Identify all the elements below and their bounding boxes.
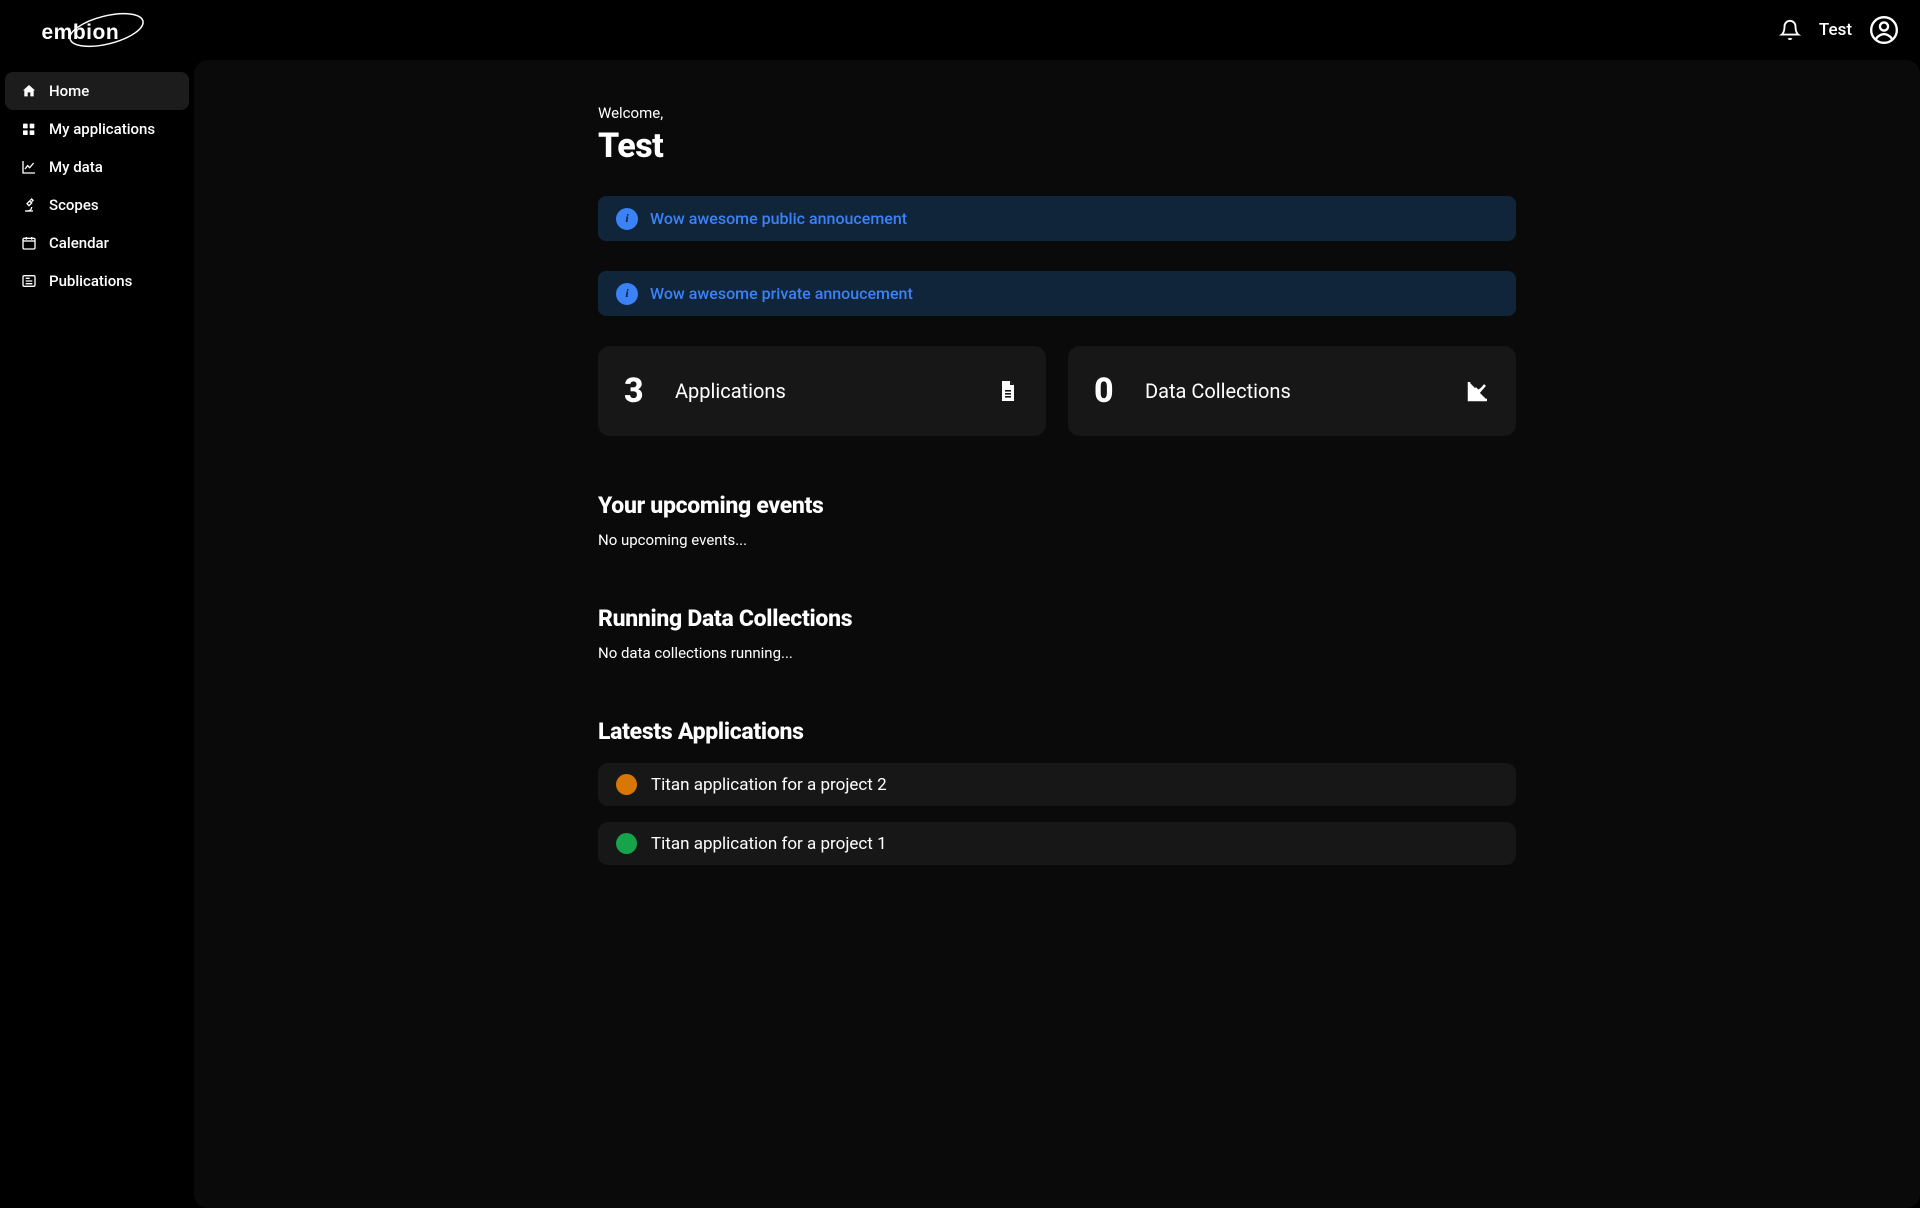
application-list-item[interactable]: Titan application for a project 2	[598, 763, 1516, 806]
application-name: Titan application for a project 1	[651, 834, 887, 854]
section-title-upcoming: Your upcoming events	[598, 492, 1516, 519]
upcoming-empty-text: No upcoming events...	[598, 531, 1516, 549]
stat-value: 0	[1094, 371, 1139, 411]
sidebar-item-home[interactable]: Home	[5, 72, 189, 110]
announcement-link[interactable]: Wow awesome private annoucement	[650, 284, 913, 303]
sidebar-item-calendar[interactable]: Calendar	[5, 224, 189, 262]
stat-label: Data Collections	[1145, 379, 1466, 403]
calendar-icon	[21, 235, 37, 251]
embion-logo-icon: embion	[40, 5, 148, 55]
sidebar-item-applications[interactable]: My applications	[5, 110, 189, 148]
announcement-link[interactable]: Wow awesome public annoucement	[650, 209, 907, 228]
app-header: embion Test	[0, 0, 1920, 60]
newspaper-icon	[21, 273, 37, 289]
sidebar: Home My applications My data	[0, 60, 194, 1208]
announcement-public: i Wow awesome public annoucement	[598, 196, 1516, 241]
sidebar-item-label: Scopes	[49, 196, 99, 214]
welcome-username: Test	[598, 126, 1516, 166]
stat-card-applications[interactable]: 3 Applications	[598, 346, 1046, 436]
user-circle-icon	[1870, 16, 1898, 44]
sidebar-item-label: My data	[49, 158, 103, 176]
status-dot-icon	[616, 833, 637, 854]
status-dot-icon	[616, 774, 637, 795]
sidebar-item-label: My applications	[49, 120, 155, 138]
main-panel: Welcome, Test i Wow awesome public annou…	[194, 60, 1920, 1208]
sidebar-item-publications[interactable]: Publications	[5, 262, 189, 300]
brand-logo[interactable]: embion	[40, 5, 148, 55]
stat-card-data-collections[interactable]: 0 Data Collections	[1068, 346, 1516, 436]
current-user-label: Test	[1819, 20, 1852, 40]
latest-applications-list: Titan application for a project 2 Titan …	[598, 763, 1516, 865]
sidebar-item-my-data[interactable]: My data	[5, 148, 189, 186]
user-menu-button[interactable]	[1870, 16, 1898, 44]
application-list-item[interactable]: Titan application for a project 1	[598, 822, 1516, 865]
sidebar-item-scopes[interactable]: Scopes	[5, 186, 189, 224]
bell-icon	[1779, 19, 1801, 41]
announcement-private: i Wow awesome private annoucement	[598, 271, 1516, 316]
applications-icon	[21, 121, 37, 137]
running-empty-text: No data collections running...	[598, 644, 1516, 662]
header-actions: Test	[1779, 16, 1898, 44]
stat-value: 3	[624, 371, 669, 411]
info-icon: i	[616, 283, 638, 305]
sidebar-item-label: Publications	[49, 272, 132, 290]
application-name: Titan application for a project 2	[651, 775, 887, 795]
stats-row: 3 Applications 0 Data Collect	[598, 346, 1516, 436]
sidebar-item-label: Home	[49, 82, 89, 100]
chart-line-icon	[21, 159, 37, 175]
stat-label: Applications	[675, 379, 996, 403]
svg-text:embion: embion	[42, 21, 120, 44]
microscope-icon	[21, 197, 37, 213]
welcome-greeting: Welcome,	[598, 104, 1516, 122]
section-title-latest: Latests Applications	[598, 718, 1516, 745]
section-title-running: Running Data Collections	[598, 605, 1516, 632]
document-icon	[996, 379, 1020, 403]
sidebar-item-label: Calendar	[49, 234, 109, 252]
info-icon: i	[616, 208, 638, 230]
home-icon	[21, 83, 37, 99]
notifications-button[interactable]	[1779, 19, 1801, 41]
chart-line-icon	[1466, 379, 1490, 403]
